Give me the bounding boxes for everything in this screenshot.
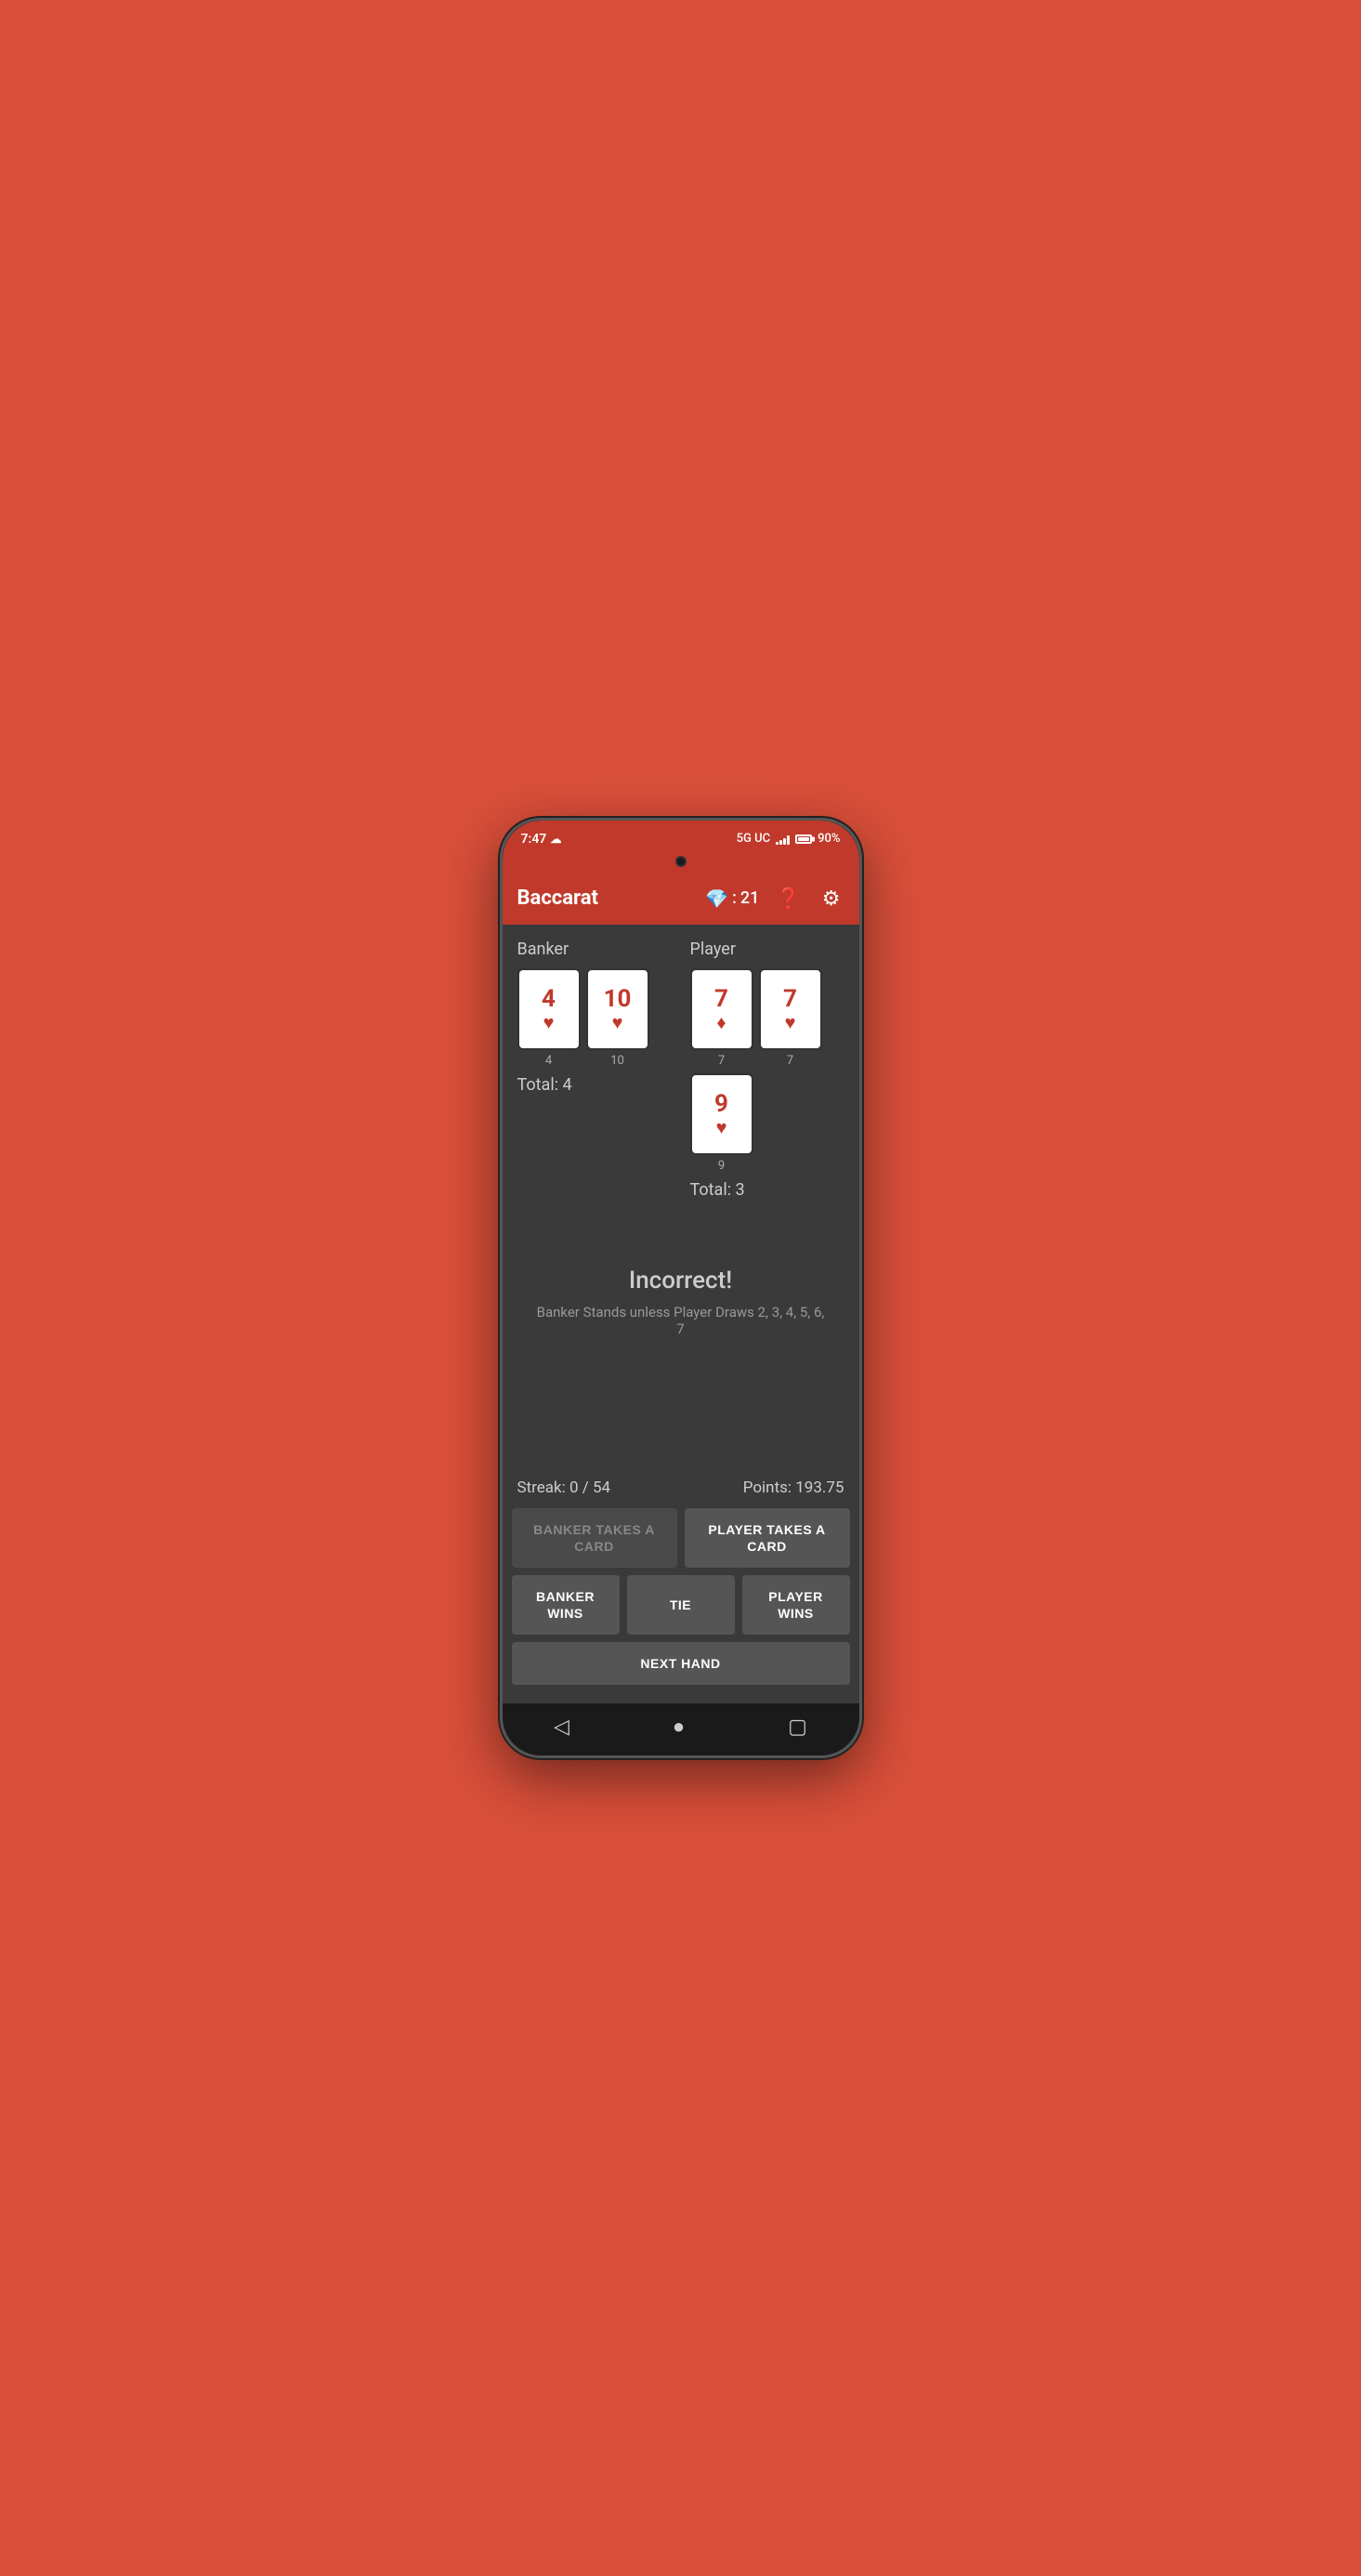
gem-value: 21 — [740, 888, 759, 908]
time-display: 7:47 — [521, 832, 547, 847]
points-display: Points: 193.75 — [743, 1479, 844, 1497]
buttons-area: BANKER TAKES A CARD PLAYER TAKES A CARD … — [503, 1508, 859, 1704]
status-time: 7:47 ☁ — [521, 832, 562, 847]
status-right: 5G UC 90% — [737, 832, 841, 846]
player-cards: 7 ♦ 7 7 ♥ 7 — [690, 968, 844, 1173]
streak-display: Streak: 0 / 54 — [517, 1479, 611, 1497]
banker-takes-card-button[interactable]: BANKER TAKES A CARD — [512, 1508, 677, 1568]
result-title: Incorrect! — [629, 1267, 732, 1295]
player-total: Total: 3 — [690, 1180, 844, 1200]
nav-bar: ◁ ● ▢ — [503, 1703, 859, 1755]
status-bar: 7:47 ☁ 5G UC 90% — [503, 821, 859, 854]
help-button[interactable]: ❓ — [772, 883, 805, 914]
player-wins-button[interactable]: PLAYER WINS — [742, 1575, 850, 1635]
banker-hand: Banker 4 ♥ 4 10 ♥ — [517, 940, 672, 1200]
result-subtitle: Banker Stands unless Player Draws 2, 3, … — [536, 1304, 826, 1337]
player-hand: Player 7 ♦ 7 7 ♥ — [690, 940, 844, 1200]
phone-screen: 7:47 ☁ 5G UC 90% Ba — [503, 821, 859, 1756]
back-button[interactable]: ◁ — [554, 1715, 569, 1739]
banker-cards: 4 ♥ 4 10 ♥ 10 — [517, 968, 672, 1068]
player-takes-card-button[interactable]: PLAYER TAKES A CARD — [685, 1508, 850, 1568]
camera-dot — [675, 856, 687, 867]
app-title: Baccarat — [517, 887, 598, 910]
tie-button[interactable]: TIE — [627, 1575, 735, 1635]
network-indicator: 5G UC — [737, 832, 770, 846]
banker-label: Banker — [517, 940, 672, 959]
gem-icon: 💎 — [705, 887, 728, 910]
next-hand-button[interactable]: NEXT HAND — [512, 1642, 850, 1685]
banker-total: Total: 4 — [517, 1075, 672, 1095]
banker-wins-button[interactable]: BANKER WINS — [512, 1575, 620, 1635]
battery-icon — [795, 835, 812, 844]
home-button[interactable]: ● — [673, 1715, 685, 1739]
colon: : — [732, 888, 737, 908]
game-content: Banker 4 ♥ 4 10 ♥ — [503, 925, 859, 1464]
next-hand-row: NEXT HAND — [512, 1642, 850, 1685]
app-bar: Baccarat 💎 : 21 ❓ ⚙ — [503, 873, 859, 925]
recents-button[interactable]: ▢ — [788, 1715, 807, 1739]
banker-card-1: 4 ♥ 4 — [517, 968, 581, 1068]
app-bar-actions: 💎 : 21 ❓ ⚙ — [705, 883, 844, 914]
settings-button[interactable]: ⚙ — [818, 883, 844, 914]
result-area: Incorrect! Banker Stands unless Player D… — [517, 1211, 844, 1374]
player-card-2: 7 ♥ 7 — [759, 968, 822, 1068]
phone-frame: 7:47 ☁ 5G UC 90% Ba — [500, 818, 862, 1759]
stats-bar: Streak: 0 / 54 Points: 193.75 — [503, 1464, 859, 1508]
camera-notch — [503, 854, 859, 873]
player-card-1: 7 ♦ 7 — [690, 968, 753, 1068]
banker-card-2: 10 ♥ 10 — [586, 968, 649, 1068]
signal-icon — [776, 834, 790, 845]
player-label: Player — [690, 940, 844, 959]
cards-row: Banker 4 ♥ 4 10 ♥ — [517, 940, 844, 1200]
draw-buttons-row: BANKER TAKES A CARD PLAYER TAKES A CARD — [512, 1508, 850, 1568]
player-card-3: 9 ♥ 9 — [690, 1073, 753, 1173]
outcome-buttons-row: BANKER WINS TIE PLAYER WINS — [512, 1575, 850, 1635]
battery-percent: 90% — [818, 832, 840, 846]
gem-score-display: 💎 : 21 — [705, 887, 759, 910]
